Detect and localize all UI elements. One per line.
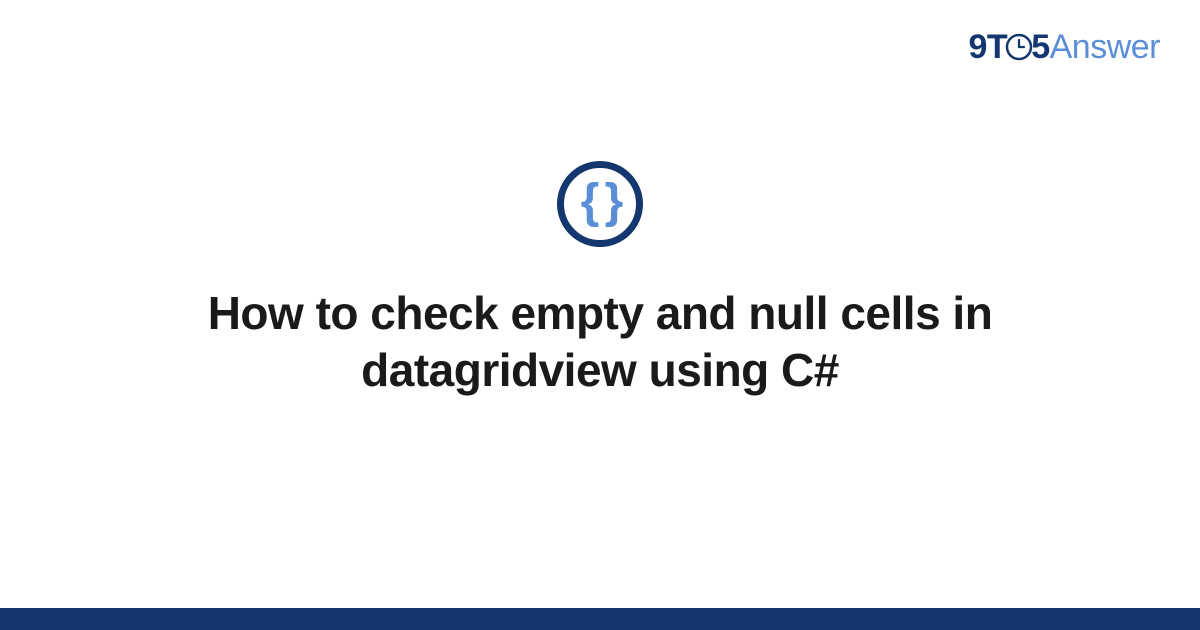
footer-bar	[0, 608, 1200, 630]
code-braces-icon: { }	[557, 161, 643, 247]
main-content: { } How to check empty and null cells in…	[0, 0, 1200, 630]
page-title: How to check empty and null cells in dat…	[140, 285, 1060, 400]
braces-glyph: { }	[581, 178, 620, 226]
